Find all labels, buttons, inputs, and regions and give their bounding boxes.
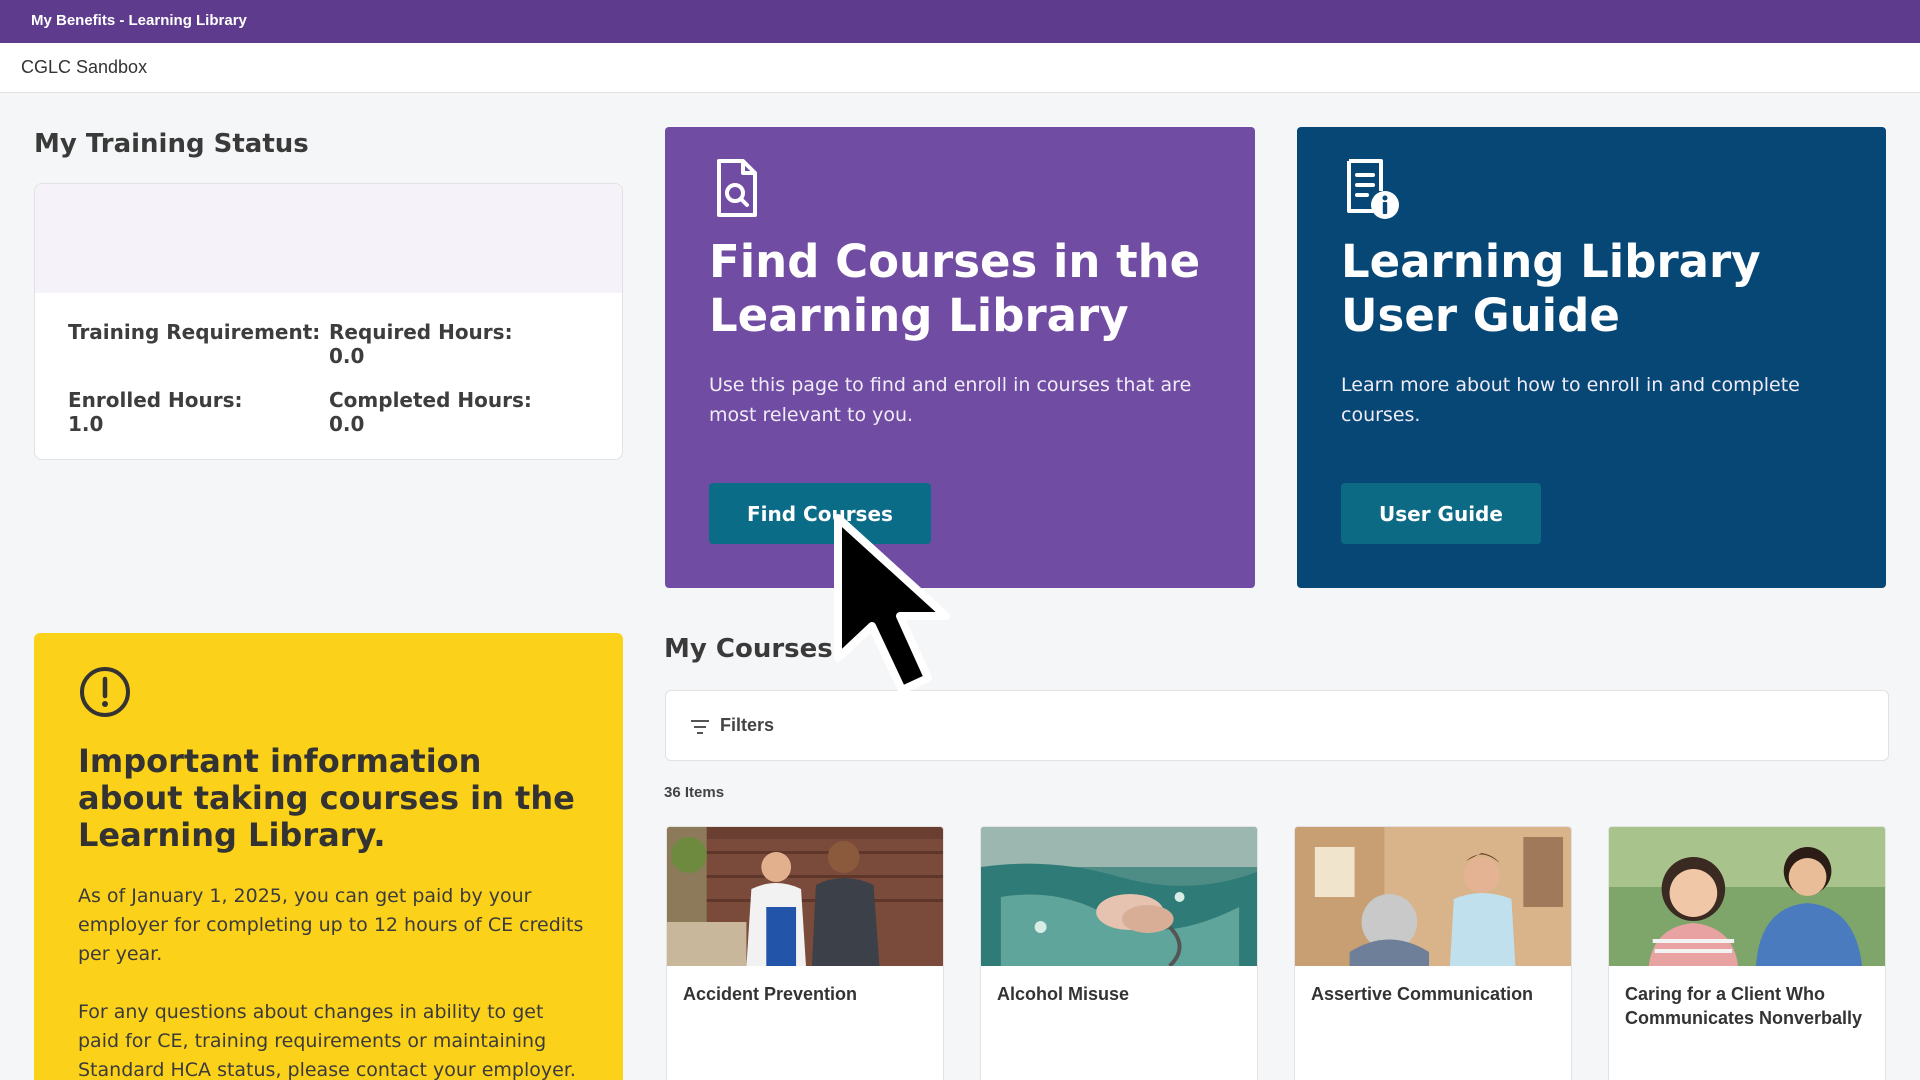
training-requirement-label: Training Requirement:: [68, 320, 321, 344]
course-title: Alcohol Misuse: [997, 984, 1130, 1004]
course-card[interactable]: Accident Prevention: [666, 826, 944, 1080]
user-guide-title: Learning Library User Guide: [1341, 235, 1761, 342]
important-info-paragraph-2: For any questions about changes in abili…: [78, 1001, 576, 1080]
document-search-icon: [717, 159, 757, 217]
app-title: My Benefits - Learning Library: [31, 12, 247, 29]
course-title: Assertive Communication: [1311, 984, 1534, 1004]
enrolled-hours-label: Enrolled Hours:: [68, 388, 243, 412]
filter-icon: [691, 720, 709, 734]
organization-name: CGLC Sandbox: [21, 57, 148, 77]
required-hours-value: 0.0: [329, 344, 365, 368]
alert-circle-icon: [80, 667, 130, 717]
document-info-icon: [1347, 159, 1399, 219]
items-count: 36 Items: [664, 784, 725, 801]
required-hours-label: Required Hours:: [329, 320, 513, 344]
completed-hours-label: Completed Hours:: [329, 388, 532, 412]
important-info-card: Important information about taking cours…: [34, 633, 623, 1080]
training-status-card: Training Requirement: Required Hours: 0.…: [34, 183, 623, 460]
course-title: Caring for a Client Who Communicates Non…: [1625, 984, 1863, 1028]
course-thumbnail: [1295, 827, 1571, 966]
filters-label: Filters: [720, 715, 775, 735]
course-thumbnail: [667, 827, 943, 966]
status-card-header-band: [35, 184, 622, 293]
mouse-pointer-icon: [834, 514, 950, 694]
completed-hours-value: 0.0: [329, 412, 365, 436]
top-app-bar: My Benefits - Learning Library: [0, 0, 1920, 43]
organization-bar: CGLC Sandbox: [0, 43, 1920, 93]
user-guide-description: Learn more about how to enroll in and co…: [1341, 374, 1800, 426]
enrolled-hours-value: 1.0: [68, 412, 104, 436]
user-guide-button[interactable]: User Guide: [1341, 483, 1541, 544]
course-card[interactable]: Assertive Communication: [1294, 826, 1572, 1080]
course-card[interactable]: Caring for a Client Who Communicates Non…: [1608, 826, 1886, 1080]
filters-bar[interactable]: Filters: [665, 690, 1889, 761]
user-guide-card: Learning Library User Guide Learn more a…: [1297, 127, 1886, 588]
course-thumbnail: [981, 827, 1257, 968]
course-title: Accident Prevention: [683, 984, 858, 1004]
course-card[interactable]: Alcohol Misuse: [980, 826, 1258, 1080]
important-info-title: Important information about taking cours…: [78, 742, 575, 854]
course-thumbnail: [1609, 827, 1885, 966]
find-courses-description: Use this page to find and enroll in cour…: [709, 374, 1192, 426]
training-status-heading: My Training Status: [34, 129, 309, 159]
find-courses-title: Find Courses in the Learning Library: [709, 235, 1201, 342]
my-courses-heading: My Courses: [664, 634, 833, 664]
important-info-paragraph-1: As of January 1, 2025, you can get paid …: [78, 885, 584, 965]
